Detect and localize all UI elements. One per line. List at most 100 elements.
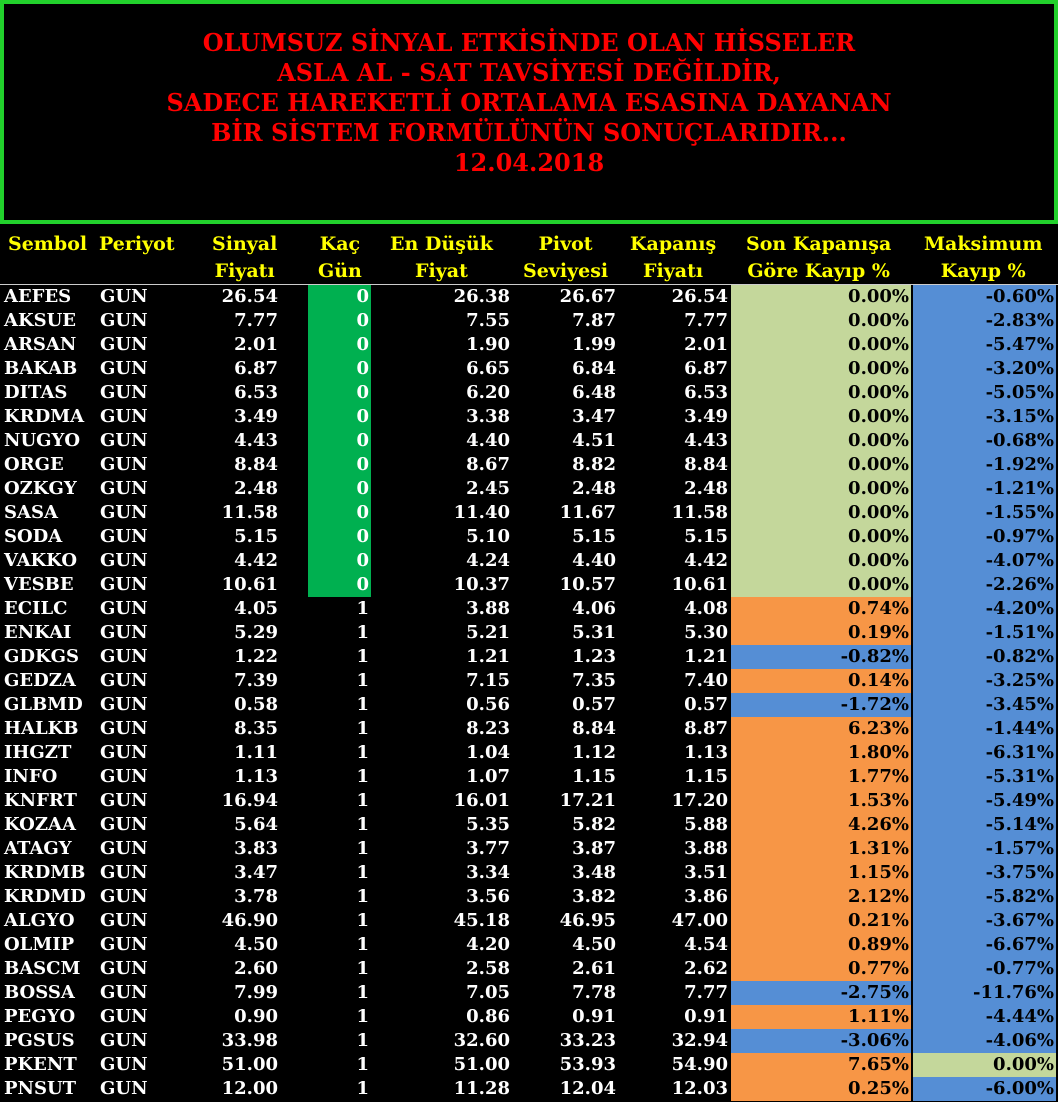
signal-price-cell: 0.90: [234, 1006, 278, 1027]
days-cell: 1: [356, 838, 369, 859]
close-price-cell: 5.30: [684, 622, 728, 643]
banner-line-1: OLUMSUZ SİNYAL ETKİSİNDE OLAN HİSSELER: [202, 28, 856, 57]
table-row: IHGZT GUN 1.11 1 1.04 1.12 1.13 1.80% -6.31%: [0, 741, 1058, 765]
symbol-cell: HALKB: [4, 718, 79, 739]
period-cell: GUN: [100, 1030, 148, 1051]
days-cell: 1: [356, 742, 369, 763]
close-price-cell: 6.87: [684, 358, 728, 379]
close-price-cell: 8.87: [684, 718, 728, 739]
close-price-cell: 54.90: [671, 1054, 728, 1075]
pivot-level-cell: 0.91: [572, 1006, 616, 1027]
symbol-cell: OZKGY: [4, 478, 77, 499]
signal-price-cell: 6.53: [234, 382, 278, 403]
symbol-cell: AEFES: [4, 286, 72, 307]
symbol-cell: VAKKO: [4, 550, 78, 571]
days-cell: 0: [308, 381, 371, 405]
signal-price-cell: 8.35: [234, 718, 278, 739]
table-row: PKENT GUN 51.00 1 51.00 53.93 54.90 7.65% 0.00%: [0, 1053, 1058, 1077]
pivot-level-cell: 4.06: [572, 598, 616, 619]
symbol-cell: ORGE: [4, 454, 64, 475]
period-cell: GUN: [100, 454, 148, 475]
close-price-cell: 5.15: [684, 526, 728, 547]
pivot-level-cell: 12.04: [559, 1078, 616, 1099]
table-row: BOSSA GUN 7.99 1 7.05 7.78 7.77 -2.75% -11.76%: [0, 981, 1058, 1005]
table-row: SODA GUN 5.15 0 5.10 5.15 5.15 0.00% -0.97%: [0, 525, 1058, 549]
table-row: AEFES GUN 26.54 0 26.38 26.67 26.54 0.00% -0.60%: [0, 285, 1058, 309]
header-pivot-seviyesi: Pivot Seviyesi: [523, 233, 609, 282]
period-cell: GUN: [100, 358, 148, 379]
table-row: AKSUE GUN 7.77 0 7.55 7.87 7.77 0.00% -2.83%: [0, 309, 1058, 333]
header-sembol: Sembol: [8, 233, 88, 255]
days-cell: 1: [356, 598, 369, 619]
banner-line-2: ASLA AL - SAT TAVSİYESİ DEĞİLDİR,: [277, 58, 781, 87]
symbol-cell: ECILC: [4, 598, 68, 619]
period-cell: GUN: [100, 1054, 148, 1075]
days-cell: 0: [308, 429, 371, 453]
period-cell: GUN: [100, 670, 148, 691]
max-loss-cell: -5.05%: [913, 381, 1056, 405]
days-cell: 1: [356, 1030, 369, 1051]
loss-since-close-cell: 0.00%: [731, 405, 911, 429]
close-price-cell: 3.88: [684, 838, 728, 859]
symbol-cell: INFO: [4, 766, 58, 787]
table-row: BASCM GUN 2.60 1 2.58 2.61 2.62 0.77% -0.77%: [0, 957, 1058, 981]
close-price-cell: 17.20: [671, 790, 728, 811]
period-cell: GUN: [100, 742, 148, 763]
symbol-cell: OLMIP: [4, 934, 75, 955]
loss-since-close-cell: 0.00%: [731, 429, 911, 453]
header-sinyal-fiyati: Sinyal Fiyatı: [212, 233, 278, 282]
table-row: ARSAN GUN 2.01 0 1.90 1.99 2.01 0.00% -5.47%: [0, 333, 1058, 357]
table-row: KRDMD GUN 3.78 1 3.56 3.82 3.86 2.12% -5.82%: [0, 885, 1058, 909]
max-loss-cell: -11.76%: [913, 981, 1056, 1005]
signal-price-cell: 2.60: [234, 958, 278, 979]
signal-price-cell: 0.58: [234, 694, 278, 715]
pivot-level-cell: 8.84: [572, 718, 616, 739]
days-cell: 0: [308, 405, 371, 429]
lowest-price-cell: 51.00: [453, 1054, 510, 1075]
table-row: SASA GUN 11.58 0 11.40 11.67 11.58 0.00% -1.55%: [0, 501, 1058, 525]
signal-price-cell: 1.22: [234, 646, 278, 667]
pivot-level-cell: 0.57: [572, 694, 616, 715]
signal-price-cell: 2.48: [234, 478, 278, 499]
max-loss-cell: -3.75%: [913, 861, 1056, 885]
pivot-level-cell: 2.48: [572, 478, 616, 499]
symbol-cell: PGSUS: [4, 1030, 75, 1051]
period-cell: GUN: [100, 790, 148, 811]
max-loss-cell: -2.83%: [913, 309, 1056, 333]
signal-price-cell: 5.15: [234, 526, 278, 547]
loss-since-close-cell: 1.77%: [731, 765, 911, 789]
table-row: GDKGS GUN 1.22 1 1.21 1.23 1.21 -0.82% -0.82%: [0, 645, 1058, 669]
symbol-cell: BOSSA: [4, 982, 75, 1003]
pivot-level-cell: 7.87: [572, 310, 616, 331]
table-row: PGSUS GUN 33.98 1 32.60 33.23 32.94 -3.06% -4.06…: [0, 1029, 1058, 1053]
lowest-price-cell: 8.23: [466, 718, 510, 739]
period-cell: GUN: [100, 574, 148, 595]
pivot-level-cell: 33.23: [559, 1030, 616, 1051]
table-row: VAKKO GUN 4.42 0 4.24 4.40 4.42 0.00% -4.07%: [0, 549, 1058, 573]
symbol-cell: GEDZA: [4, 670, 76, 691]
title-banner: OLUMSUZ SİNYAL ETKİSİNDE OLAN HİSSELER A…: [0, 0, 1058, 224]
period-cell: GUN: [100, 502, 148, 523]
table-row: ECILC GUN 4.05 1 3.88 4.06 4.08 0.74% -4.20%: [0, 597, 1058, 621]
period-cell: GUN: [100, 526, 148, 547]
signal-price-cell: 8.84: [234, 454, 278, 475]
symbol-cell: GLBMD: [4, 694, 83, 715]
max-loss-cell: -6.00%: [913, 1077, 1056, 1101]
signal-price-cell: 3.83: [234, 838, 278, 859]
lowest-price-cell: 3.38: [466, 406, 510, 427]
pivot-level-cell: 26.67: [559, 286, 616, 307]
pivot-level-cell: 5.31: [572, 622, 616, 643]
close-price-cell: 2.01: [684, 334, 728, 355]
signal-price-cell: 12.00: [221, 1078, 278, 1099]
loss-since-close-cell: 0.00%: [731, 573, 911, 597]
lowest-price-cell: 11.40: [453, 502, 510, 523]
max-loss-cell: -6.31%: [913, 741, 1056, 765]
max-loss-cell: -3.15%: [913, 405, 1056, 429]
period-cell: GUN: [100, 334, 148, 355]
signal-price-cell: 51.00: [221, 1054, 278, 1075]
table-row: KRDMB GUN 3.47 1 3.34 3.48 3.51 1.15% -3.75%: [0, 861, 1058, 885]
max-loss-cell: -1.21%: [913, 477, 1056, 501]
loss-since-close-cell: 0.00%: [731, 357, 911, 381]
lowest-price-cell: 2.58: [466, 958, 510, 979]
table-row: DITAS GUN 6.53 0 6.20 6.48 6.53 0.00% -5.05%: [0, 381, 1058, 405]
